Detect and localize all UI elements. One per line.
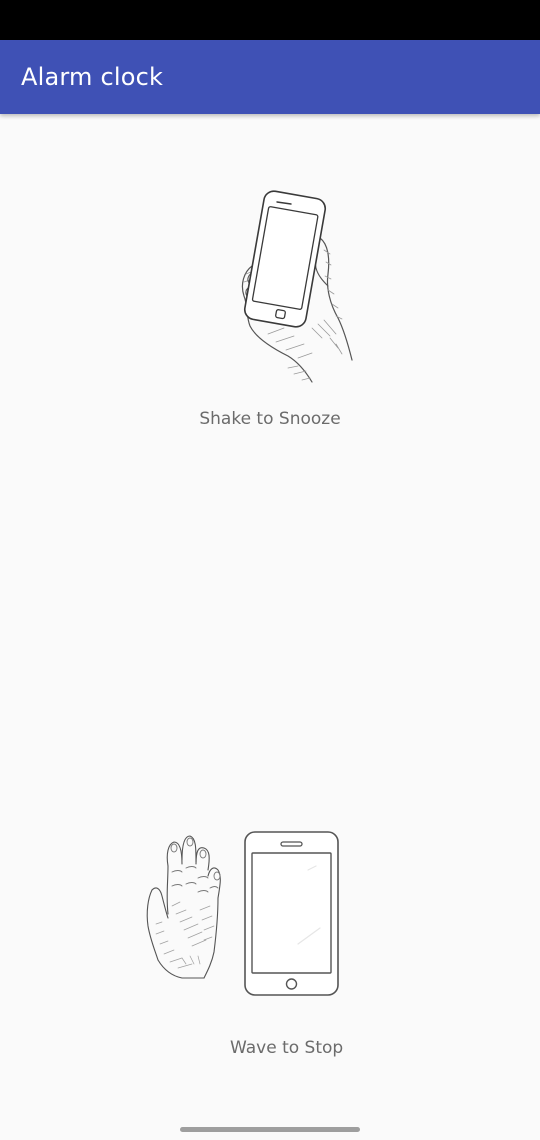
app-bar: Alarm clock — [0, 40, 540, 114]
hand-holding-phone-icon — [228, 188, 354, 388]
status-bar — [0, 0, 540, 40]
shake-to-snooze-label: Shake to Snooze — [199, 409, 341, 429]
hand-waving-over-phone-icon — [138, 826, 344, 1002]
home-indicator[interactable] — [180, 1127, 360, 1132]
page-title: Alarm clock — [21, 63, 164, 91]
wave-to-stop-label: Wave to Stop — [230, 1038, 344, 1058]
